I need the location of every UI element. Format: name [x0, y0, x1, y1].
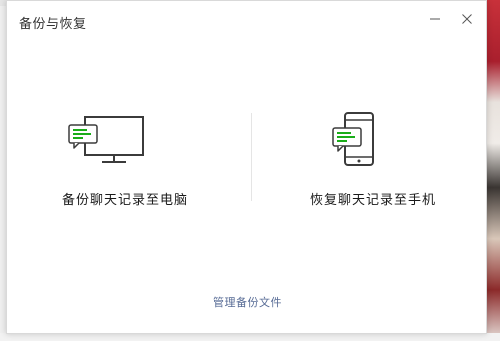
minimize-icon [430, 18, 440, 20]
restore-to-phone-label: 恢复聊天记录至手机 [309, 193, 436, 208]
close-icon [462, 14, 472, 24]
backup-to-pc-label: 备份聊天记录至电脑 [61, 193, 188, 208]
backup-restore-dialog: 备份与恢复 备份聊天记录至电脑 恢复聊天记录至手机 管理备份文件 [6, 0, 487, 334]
background-window-bottom [0, 333, 500, 341]
background-window-right [487, 0, 500, 341]
options-divider [251, 113, 252, 201]
monitor-chat-icon [68, 116, 144, 163]
phone-chat-icon [332, 112, 374, 166]
dialog-title: 备份与恢复 [19, 17, 87, 32]
minimize-button[interactable] [421, 7, 449, 31]
manage-backup-files-link[interactable]: 管理备份文件 [7, 294, 488, 310]
restore-to-phone-option[interactable]: 恢复聊天记录至手机 [273, 101, 473, 221]
backup-to-pc-option[interactable]: 备份聊天记录至电脑 [25, 101, 225, 221]
close-button[interactable] [453, 7, 481, 31]
